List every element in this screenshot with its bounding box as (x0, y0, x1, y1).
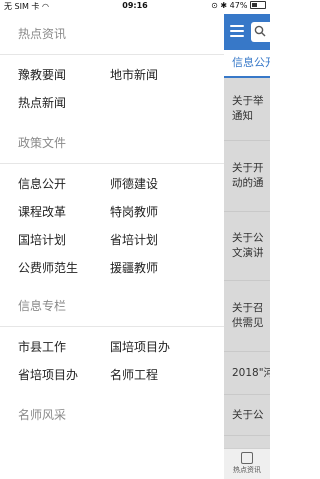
menu-grid: 信息公开 师德建设 课程改革 特岗教师 国培计划 省培计划 公费师范生 援疆教师 (18, 164, 224, 282)
menu-item-free-normal-students[interactable]: 公费师范生 (18, 254, 110, 282)
main-content: 信息公开 关于举 通知 关于开 动的通 关于公 文演讲 关于召 供需见 2018… (224, 14, 270, 479)
menu-item-provincial-project-office[interactable]: 省培项目办 (18, 361, 110, 389)
section-hot-news: 热点资讯 (18, 14, 224, 54)
section-title: 信息专栏 (18, 299, 67, 313)
bottom-tab-hot-news[interactable]: 热点资讯 (224, 448, 270, 479)
section-famous-teachers: 名师风采 (18, 395, 224, 435)
list-item[interactable]: 关于开 动的通 (224, 141, 270, 212)
menu-item-special-post-teachers[interactable]: 特岗教师 (110, 198, 202, 226)
menu-grid: 豫教要闻 地市新闻 热点新闻 (18, 55, 224, 117)
top-bar (224, 14, 270, 50)
menu-item-henan-edu-news[interactable]: 豫教要闻 (18, 61, 110, 89)
bluetooth-icon: ✱ (220, 1, 228, 10)
list-item-title: 关于召 供需见 (232, 302, 264, 329)
lock-rotation-icon: ⊙ (211, 1, 218, 10)
menu-item-city-news[interactable]: 地市新闻 (110, 61, 202, 89)
menu-item-curriculum-reform[interactable]: 课程改革 (18, 198, 110, 226)
menu-grid: 市县工作 国培项目办 省培项目办 名师工程 (18, 327, 224, 389)
menu-item-xinjiang-aid-teachers[interactable]: 援疆教师 (110, 254, 202, 282)
side-drawer: 热点资讯 豫教要闻 地市新闻 热点新闻 政策文件 信息公开 师德建设 课程改革 … (0, 14, 224, 479)
menu-item-national-training[interactable]: 国培计划 (18, 226, 110, 254)
list-item-title: 2018"河 (232, 366, 270, 379)
list-item[interactable]: 关于举 通知 (224, 78, 270, 141)
search-input[interactable] (251, 22, 270, 42)
tab-bar: 信息公开 (224, 50, 270, 78)
menu-icon[interactable] (230, 25, 244, 37)
battery-indicator: ⊙ ✱ 47% (211, 1, 266, 10)
list-item[interactable]: 2018"河 (224, 352, 270, 395)
bottom-tab-label: 热点资讯 (233, 466, 261, 474)
section-info-column: 信息专栏 (18, 286, 224, 326)
list-item-title: 关于开 动的通 (232, 162, 264, 189)
list-item[interactable]: 关于公 文演讲 (224, 212, 270, 281)
section-policy-items: 信息公开 师德建设 课程改革 特岗教师 国培计划 省培计划 公费师范生 援疆教师 (18, 164, 224, 282)
list-item-title: 关于公 (232, 408, 264, 421)
menu-item-famous-teacher-project[interactable]: 名师工程 (110, 361, 202, 389)
section-title: 热点资讯 (18, 27, 67, 41)
status-bar: 无 SIM 卡 ◠ 09:16 ⊙ ✱ 47% (0, 0, 270, 14)
tab-info-disclosure[interactable]: 信息公开 (224, 50, 270, 76)
menu-item-provincial-training[interactable]: 省培计划 (110, 226, 202, 254)
search-icon (254, 25, 266, 37)
battery-percent: 47% (229, 1, 248, 10)
menu-item-national-project-office[interactable]: 国培项目办 (110, 333, 202, 361)
menu-item-county-work[interactable]: 市县工作 (18, 333, 110, 361)
list-item[interactable]: 关于公 (224, 395, 270, 436)
list-item-title: 关于举 通知 (232, 95, 264, 122)
battery-icon (250, 1, 266, 9)
menu-item-teacher-ethics[interactable]: 师德建设 (110, 170, 202, 198)
menu-item-info-disclosure[interactable]: 信息公开 (18, 170, 110, 198)
section-info-items: 市县工作 国培项目办 省培项目办 名师工程 (18, 327, 224, 389)
section-hot-news-items: 豫教要闻 地市新闻 热点新闻 (18, 55, 224, 117)
menu-item-hot-news[interactable]: 热点新闻 (18, 89, 110, 117)
section-title: 政策文件 (18, 136, 67, 150)
section-policy-docs: 政策文件 (18, 123, 224, 163)
news-list: 关于举 通知 关于开 动的通 关于公 文演讲 关于召 供需见 2018"河 关于… (224, 78, 270, 436)
list-item-title: 关于公 文演讲 (232, 232, 264, 259)
news-icon (241, 452, 253, 464)
menu-item-famous-teacher-style[interactable]: 名师风采 (18, 395, 224, 435)
list-item[interactable]: 关于召 供需见 (224, 281, 270, 352)
